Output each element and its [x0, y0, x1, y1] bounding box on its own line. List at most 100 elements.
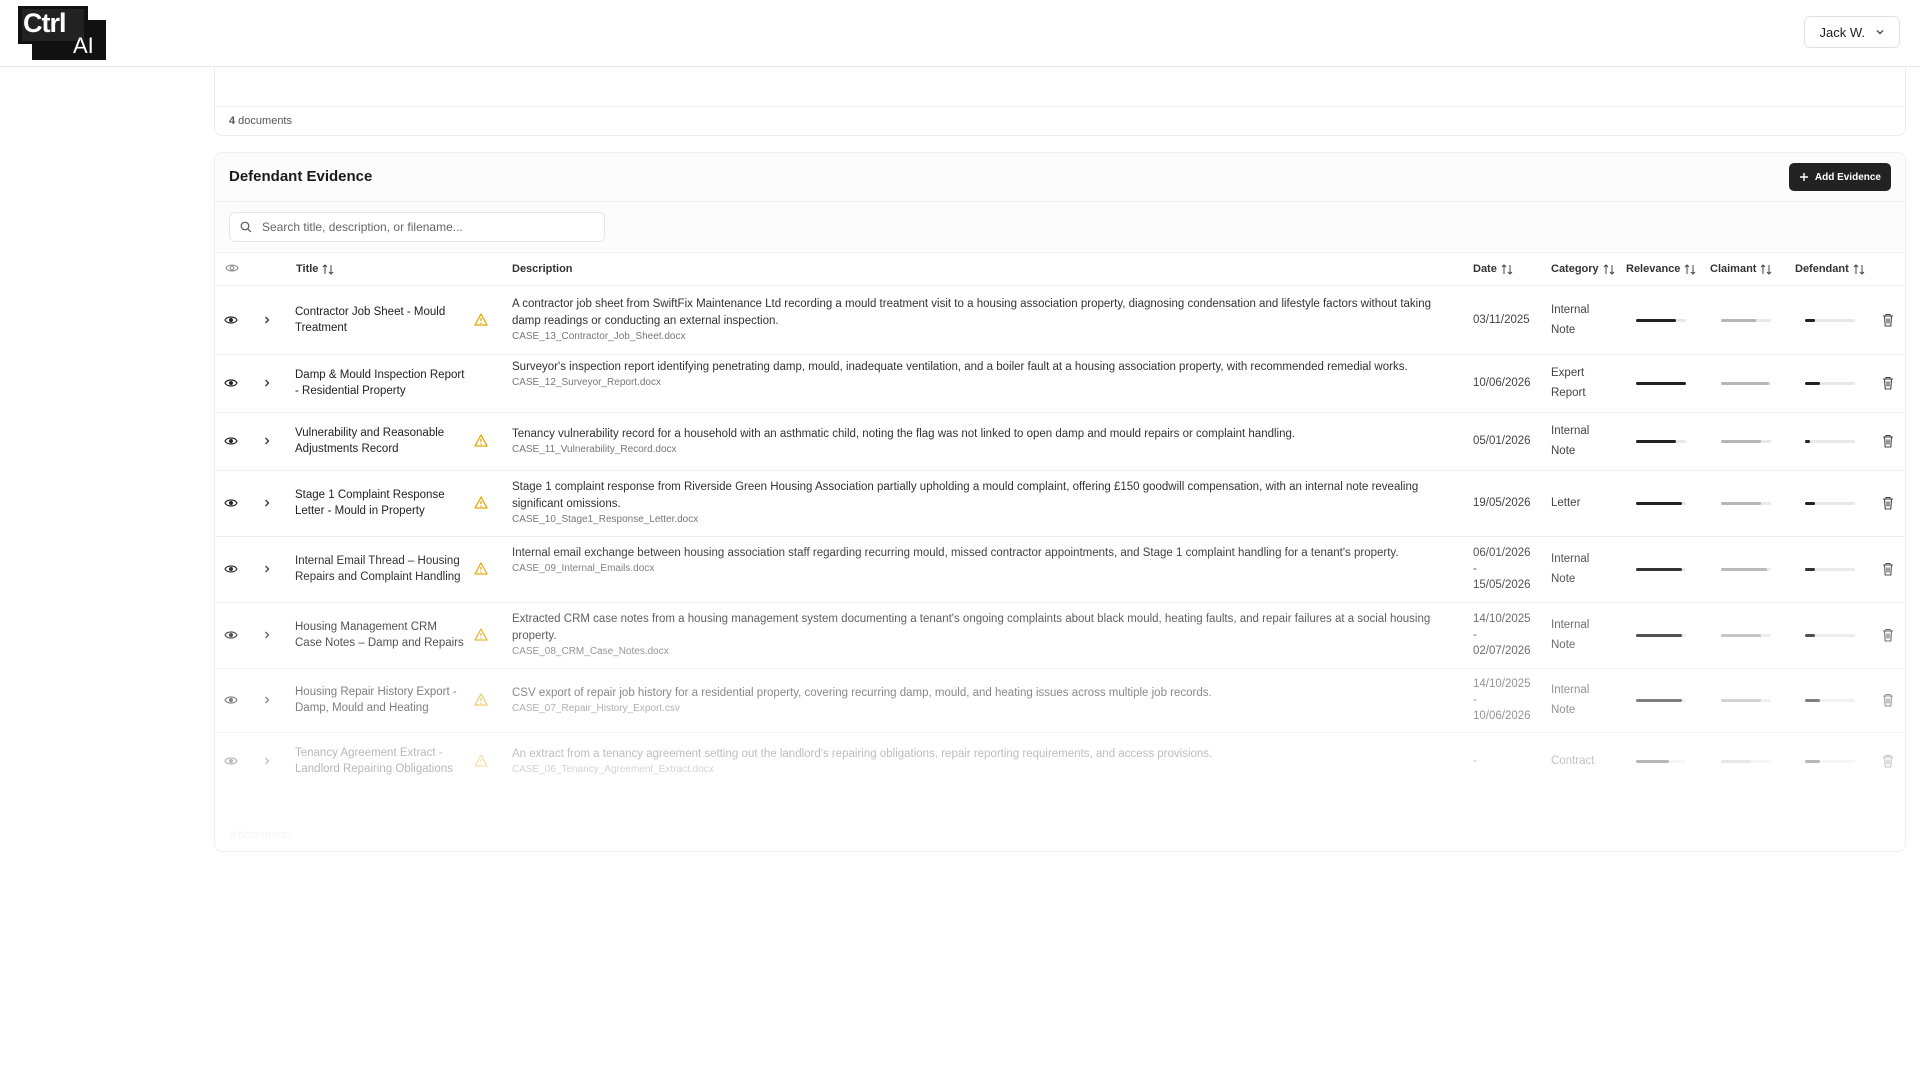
row-title[interactable]: Contractor Job Sheet - Mould Treatment: [295, 304, 465, 336]
trash-icon[interactable]: [1882, 693, 1894, 707]
defendant-bar-fill: [1805, 634, 1815, 637]
visibility-header[interactable]: [225, 262, 239, 274]
warning-icon: [474, 434, 488, 447]
column-title[interactable]: Title: [296, 263, 334, 275]
sort-icon: [1853, 263, 1865, 275]
row-filename: CASE_10_Stage1_Response_Letter.docx: [512, 514, 699, 525]
row-title[interactable]: Damp & Mould Inspection Report - Residen…: [295, 367, 465, 399]
row-description-text: A contractor job sheet from SwiftFix Mai…: [512, 298, 1432, 327]
table-row[interactable]: Internal Email Thread – Housing Repairs …: [215, 536, 1905, 603]
column-relevance[interactable]: Relevance: [1626, 263, 1696, 275]
defendant-bar: [1805, 440, 1855, 443]
warning-icon: [474, 562, 488, 575]
defendant-bar-fill: [1805, 502, 1815, 505]
defendant-bar: [1805, 699, 1855, 702]
sort-icon: [1501, 263, 1513, 275]
row-category: Internal Note: [1551, 549, 1609, 589]
ctrl-ai-logo[interactable]: Ctrl AI: [18, 6, 106, 60]
section-title: Defendant Evidence: [229, 168, 373, 185]
trash-icon[interactable]: [1882, 313, 1894, 327]
add-evidence-button[interactable]: Add Evidence: [1788, 163, 1891, 191]
row-category-line2: Note: [1551, 639, 1576, 651]
eye-icon[interactable]: [224, 435, 238, 447]
row-description: An extract from a tenancy agreement sett…: [512, 746, 1452, 777]
claimant-bar-fill: [1721, 568, 1767, 571]
eye-icon[interactable]: [224, 629, 238, 641]
row-title[interactable]: Vulnerability and Reasonable Adjustments…: [295, 425, 465, 457]
chevron-right-icon[interactable]: [262, 630, 272, 640]
column-date[interactable]: Date: [1473, 263, 1513, 275]
user-menu-button[interactable]: Jack W.: [1804, 16, 1900, 48]
row-date: 14/10/2025 - 10/06/2026: [1473, 676, 1535, 724]
row-title[interactable]: Stage 1 Complaint Response Letter - Moul…: [295, 487, 465, 519]
row-category-line1: Internal: [1551, 619, 1590, 631]
warning-icon: [474, 313, 488, 326]
chevron-right-icon[interactable]: [262, 695, 272, 705]
column-category[interactable]: Category: [1551, 263, 1615, 275]
chevron-right-icon[interactable]: [262, 315, 272, 325]
table-row[interactable]: Stage 1 Complaint Response Letter - Moul…: [215, 470, 1905, 537]
row-category-line1: Internal: [1551, 304, 1590, 316]
trash-icon[interactable]: [1882, 754, 1894, 768]
table-row[interactable]: Housing Management CRM Case Notes – Damp…: [215, 602, 1905, 669]
sort-icon: [1761, 263, 1772, 275]
claimant-bar: [1721, 502, 1771, 505]
row-description-text: Internal email exchange between housing …: [512, 547, 1399, 559]
row-filename: CASE_07_Repair_History_Export.csv: [512, 702, 680, 714]
chevron-right-icon[interactable]: [262, 436, 272, 446]
row-date-end: 02/07/2026: [1473, 645, 1531, 657]
eye-icon[interactable]: [224, 314, 238, 326]
table-row[interactable]: Contractor Job Sheet - Mould Treatment A …: [215, 286, 1905, 355]
row-filename: CASE_13_Contractor_Job_Sheet.docx: [512, 331, 686, 342]
trash-icon[interactable]: [1882, 628, 1894, 642]
row-date-separator: -: [1473, 563, 1477, 575]
column-defendant[interactable]: Defendant: [1795, 263, 1865, 275]
row-title[interactable]: Housing Management CRM Case Notes – Damp…: [295, 619, 465, 651]
defendant-bar: [1805, 568, 1855, 571]
relevance-bar-fill: [1636, 699, 1682, 702]
claimant-evidence-card-footer: 4 documents: [214, 66, 1906, 136]
trash-icon[interactable]: [1882, 376, 1894, 390]
row-description-text: CSV export of repair job history for a r…: [512, 686, 1212, 699]
trash-icon[interactable]: [1882, 434, 1894, 448]
chevron-right-icon[interactable]: [262, 498, 272, 508]
defendant-bar: [1805, 502, 1855, 505]
row-date: 14/10/2025 - 02/07/2026: [1473, 611, 1535, 659]
row-title[interactable]: Tenancy Agreement Extract - Landlord Rep…: [295, 745, 465, 777]
eye-icon[interactable]: [224, 497, 238, 509]
table-row[interactable]: Vulnerability and Reasonable Adjustments…: [215, 412, 1905, 471]
row-category: Internal Note: [1551, 421, 1609, 461]
chevron-right-icon[interactable]: [262, 564, 272, 574]
row-category-line1: Internal: [1551, 684, 1590, 696]
claimant-bar-fill: [1721, 634, 1761, 637]
eye-icon[interactable]: [224, 377, 238, 389]
row-date: 03/11/2025: [1473, 312, 1535, 328]
eye-icon[interactable]: [224, 563, 238, 575]
document-count-label: documents: [235, 115, 292, 127]
row-title[interactable]: Internal Email Thread – Housing Repairs …: [295, 553, 465, 585]
user-name: Jack W.: [1819, 24, 1865, 40]
row-category-line1: Contract: [1551, 755, 1595, 767]
row-category-line2: Note: [1551, 445, 1576, 457]
table-row[interactable]: Damp & Mould Inspection Report - Residen…: [215, 354, 1905, 413]
table-row[interactable]: Housing Repair History Export - Damp, Mo…: [215, 668, 1905, 733]
row-title[interactable]: Housing Repair History Export - Damp, Mo…: [295, 684, 465, 716]
eye-icon[interactable]: [224, 694, 238, 706]
table-row[interactable]: Tenancy Agreement Extract - Landlord Rep…: [215, 732, 1905, 790]
search-bar-area: [215, 202, 1905, 253]
chevron-right-icon[interactable]: [262, 378, 272, 388]
relevance-bar-fill: [1636, 382, 1686, 385]
column-claimant[interactable]: Claimant: [1710, 263, 1772, 275]
row-date: 10/06/2026: [1473, 375, 1535, 391]
eye-icon[interactable]: [224, 755, 238, 767]
chevron-right-icon[interactable]: [262, 756, 272, 766]
logo-text-ai: AI: [73, 33, 94, 58]
row-date-start: 14/10/2025: [1473, 613, 1531, 625]
row-category-line1: Expert: [1551, 367, 1585, 379]
trash-icon[interactable]: [1882, 562, 1894, 576]
search-box[interactable]: [229, 212, 605, 242]
trash-icon[interactable]: [1882, 496, 1894, 510]
search-input[interactable]: [260, 219, 594, 235]
footer-document-count: 8 documents: [229, 829, 292, 841]
chevron-down-icon: [1876, 30, 1884, 35]
